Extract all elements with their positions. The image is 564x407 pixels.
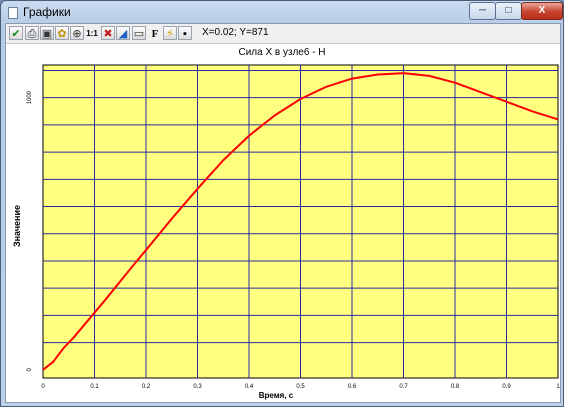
- close-button[interactable]: X: [521, 2, 563, 20]
- zoom-button[interactable]: ⊕: [70, 26, 84, 40]
- x-tick-label: 1: [556, 384, 560, 390]
- chart-title: Сила X в узле6 - Н: [238, 47, 325, 58]
- checkmark-button[interactable]: ✔: [9, 26, 23, 40]
- palette-icon: ✿: [57, 28, 67, 40]
- x-tick-label: 0.2: [142, 384, 151, 390]
- copy-icon: ▣: [41, 28, 53, 40]
- app-icon: [8, 7, 18, 19]
- monitor-icon: ▭: [133, 28, 145, 40]
- client-area: X=0.02; Y=871 ✔ ⎙ ▣ ✿ ⊕ 1:1 ✖ ◢ ▭ F ⚡ ▪ Сила X в уз…: [5, 23, 561, 403]
- coordinates-readout: X=0.02; Y=871: [202, 27, 269, 38]
- title-bar[interactable]: Графики ─ □ X: [1, 1, 563, 23]
- x-tick-label: 0.9: [502, 384, 511, 390]
- x-tick-label: 0.1: [90, 384, 99, 390]
- x-tick-label: 0: [41, 384, 45, 390]
- y-tick-label: 0: [27, 368, 33, 372]
- marker-button[interactable]: ✖: [101, 26, 115, 40]
- checkmark-icon: ✔: [11, 28, 21, 40]
- lightning-button[interactable]: ⚡: [163, 26, 177, 40]
- scale-1-1-icon: 1:1: [86, 29, 98, 38]
- palette-button[interactable]: ✿: [55, 26, 69, 40]
- window-title: Графики: [23, 5, 71, 19]
- zoom-icon: ⊕: [72, 28, 82, 40]
- toolbar: X=0.02; Y=871 ✔ ⎙ ▣ ✿ ⊕ 1:1 ✖ ◢ ▭ F ⚡ ▪: [6, 24, 560, 43]
- chart: Сила X в узле6 - Н Значение Время, с 0 0.…: [12, 47, 560, 400]
- x-tick-label: 0.6: [348, 384, 357, 390]
- print-button[interactable]: ⎙: [25, 26, 39, 40]
- x-tick-label: 0.7: [399, 384, 408, 390]
- x-tick-label: 0.3: [193, 384, 202, 390]
- monitor-button[interactable]: ▭: [132, 26, 146, 40]
- save-icon: ▪: [183, 28, 187, 40]
- area-chart-icon: ◢: [118, 28, 128, 40]
- area-chart-button[interactable]: ◢: [116, 26, 130, 40]
- font-button[interactable]: F: [148, 26, 162, 40]
- lightning-icon: ⚡: [166, 28, 174, 40]
- save-button[interactable]: ▪: [178, 26, 192, 40]
- x-tick-label: 0.8: [451, 384, 460, 390]
- print-icon: ⎙: [27, 28, 37, 40]
- chart-area: Сила X в узле6 - Н Значение Время, с 0 0.…: [6, 43, 560, 402]
- y-axis-label: Значение: [12, 205, 22, 247]
- x-tick-label: 0.5: [296, 384, 305, 390]
- x-axis-label: Время, с: [259, 391, 294, 400]
- maximize-button[interactable]: □: [495, 2, 522, 20]
- plot-area[interactable]: 0 0.1 0.2 0.3 0.4 0.5 0.6 0.7 0.8 0.9 1 0 1000: [27, 64, 560, 390]
- copy-button[interactable]: ▣: [40, 26, 54, 40]
- x-tick-label: 0.4: [245, 384, 254, 390]
- scale-1-1-button[interactable]: 1:1: [85, 26, 99, 40]
- marker-icon: ✖: [103, 28, 113, 40]
- graphs-window: Графики ─ □ X X=0.02; Y=871 ✔ ⎙ ▣ ✿ ⊕ 1:1 ✖ ◢ ▭ F…: [0, 0, 564, 407]
- y-tick-label: 1000: [27, 90, 33, 104]
- font-icon: F: [151, 28, 159, 40]
- minimize-button[interactable]: ─: [469, 2, 496, 20]
